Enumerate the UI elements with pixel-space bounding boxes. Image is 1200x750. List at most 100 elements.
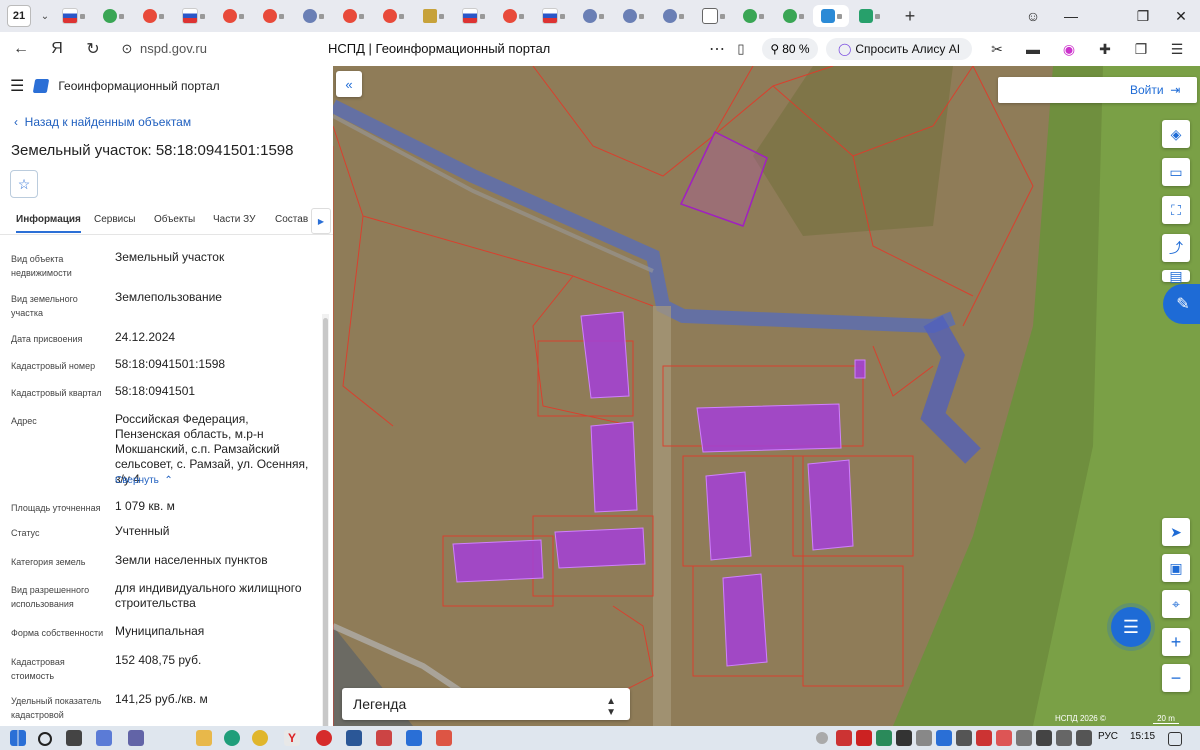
restore-button[interactable]: ❐ (1126, 0, 1160, 32)
extension-icon[interactable]: ◉ (1058, 38, 1080, 60)
back-link[interactable]: ‹ Назад к найденным объектам (14, 115, 191, 129)
tray-icon[interactable] (856, 730, 872, 746)
chrome-icon[interactable] (252, 730, 268, 746)
word-icon[interactable] (346, 730, 362, 746)
browser-tab[interactable] (849, 5, 889, 27)
ruler-icon[interactable]: ▭ (1162, 158, 1190, 186)
zoom-indicator[interactable]: ⚲ 80 % (762, 38, 818, 60)
browser-tab[interactable] (133, 5, 173, 27)
back-arrow-icon[interactable]: ← (10, 38, 32, 60)
satellite-map[interactable] (333, 66, 1200, 726)
browser-tab[interactable] (213, 5, 253, 27)
reload-icon[interactable]: ↻ (82, 38, 104, 60)
feedback-tab-icon[interactable]: ✎ (1163, 284, 1200, 324)
tray-icon[interactable] (876, 730, 892, 746)
edge-icon[interactable] (224, 730, 240, 746)
collapse-panel-button[interactable]: « (336, 71, 362, 97)
browser-tab[interactable] (413, 5, 453, 27)
layers-icon[interactable]: ◈ (1162, 120, 1190, 148)
tray-icon[interactable] (976, 730, 992, 746)
menu-icon[interactable]: ☰ (1166, 38, 1188, 60)
panel-scrollbar-thumb[interactable] (323, 318, 328, 726)
tab-parts[interactable]: Части ЗУ (213, 214, 255, 225)
clock[interactable]: 15:15 (1130, 731, 1155, 742)
browser-tab[interactable] (373, 5, 413, 27)
widgets-icon[interactable] (96, 730, 112, 746)
select-area-icon[interactable]: ⛶ (1162, 196, 1190, 224)
browser-tab[interactable] (253, 5, 293, 27)
zoom-in-button[interactable]: + (1162, 628, 1190, 656)
puzzle-icon[interactable]: ✚ (1094, 38, 1116, 60)
hamburger-icon[interactable]: ☰ (10, 76, 24, 96)
tab-composition[interactable]: Состав (275, 214, 308, 225)
zoom-out-button[interactable]: − (1162, 664, 1190, 692)
browser-tab[interactable] (333, 5, 373, 27)
chat-icon[interactable]: ☰ (1111, 607, 1151, 647)
profile-icon[interactable]: ☺ (1016, 0, 1050, 32)
tray-icon[interactable] (816, 732, 828, 744)
browser-tab[interactable] (653, 5, 693, 27)
app-icon[interactable] (436, 730, 452, 746)
alice-button[interactable]: ◯ Спросить Алису AI (826, 38, 972, 60)
tray-icon[interactable] (1056, 730, 1072, 746)
notification-icon[interactable] (1168, 732, 1182, 746)
folder-icon[interactable] (196, 730, 212, 746)
search-icon[interactable] (38, 732, 52, 746)
legend-dropdown[interactable]: Легенда ▲ ▼ (342, 688, 630, 720)
minimize-button[interactable]: — (1054, 0, 1088, 32)
locate-arrow-icon[interactable]: ➤ (1162, 518, 1190, 546)
chevron-down-icon[interactable]: ⌄ (37, 11, 53, 22)
browser-tab[interactable] (173, 5, 213, 27)
yandex-browser-icon[interactable]: Y (284, 730, 300, 746)
browser-tab[interactable] (453, 5, 493, 27)
collapse-link[interactable]: Свернуть ⌃ (115, 475, 173, 486)
tab-count-badge[interactable]: 21 (7, 5, 31, 27)
login-button[interactable]: Войти ⇥ (1130, 83, 1180, 97)
extension-icon[interactable]: ▬ (1022, 38, 1044, 60)
extension-icon[interactable]: ✂ (986, 38, 1008, 60)
tabs-scroll-right-icon[interactable]: ▶ (311, 208, 331, 234)
browser-tab[interactable] (293, 5, 333, 27)
tab-services[interactable]: Сервисы (94, 214, 135, 225)
browser-tab[interactable] (533, 5, 573, 27)
browser-tab[interactable] (613, 5, 653, 27)
more-icon[interactable]: ⋯ (706, 38, 728, 60)
tab-objects[interactable]: Объекты (154, 214, 195, 225)
yandex-icon[interactable]: Я (46, 38, 68, 60)
app-icon[interactable] (406, 730, 422, 746)
volume-icon[interactable] (1076, 730, 1092, 746)
collections-icon[interactable]: ❐ (1130, 38, 1152, 60)
tray-icon[interactable] (916, 730, 932, 746)
tab-info[interactable]: Информация (16, 214, 81, 233)
map-area[interactable]: « Войти ⇥ ◈ ▭ ⛶ ⤴ ▤ ✎ ➤ ▣ ⌖ + − ☰ Легенд… (333, 66, 1200, 726)
close-window-button[interactable]: ✕ (1164, 0, 1198, 32)
browser-tab-active[interactable] (813, 5, 849, 27)
site-info-icon[interactable]: ⊙ (116, 38, 138, 60)
app-icon[interactable] (376, 730, 392, 746)
favorite-star-icon[interactable]: ☆ (10, 170, 38, 198)
task-view-icon[interactable] (66, 730, 82, 746)
minimap-icon[interactable]: ▣ (1162, 554, 1190, 582)
tray-icon[interactable] (996, 730, 1012, 746)
tray-icon[interactable] (1036, 730, 1052, 746)
tray-icon[interactable] (1016, 730, 1032, 746)
browser-tab[interactable] (93, 5, 133, 27)
tray-icon[interactable] (956, 730, 972, 746)
print-icon[interactable]: ▤ (1162, 268, 1190, 284)
new-tab-button[interactable]: + (899, 5, 921, 27)
tray-icon[interactable] (936, 730, 952, 746)
browser-tab[interactable] (733, 5, 773, 27)
browser-tab[interactable] (573, 5, 613, 27)
browser-tab[interactable] (773, 5, 813, 27)
geolocation-icon[interactable]: ⌖ (1162, 590, 1190, 618)
browser-tab[interactable] (693, 5, 733, 27)
windows-start-icon[interactable] (10, 730, 26, 746)
teams-icon[interactable] (128, 730, 144, 746)
tray-icon[interactable] (896, 730, 912, 746)
bookmark-icon[interactable]: ▯ (730, 38, 752, 60)
tray-icon[interactable] (836, 730, 852, 746)
browser-tab[interactable] (493, 5, 533, 27)
browser-tab[interactable] (53, 5, 93, 27)
url-text[interactable]: nspd.gov.ru (140, 41, 207, 56)
language-indicator[interactable]: РУС (1098, 731, 1118, 742)
